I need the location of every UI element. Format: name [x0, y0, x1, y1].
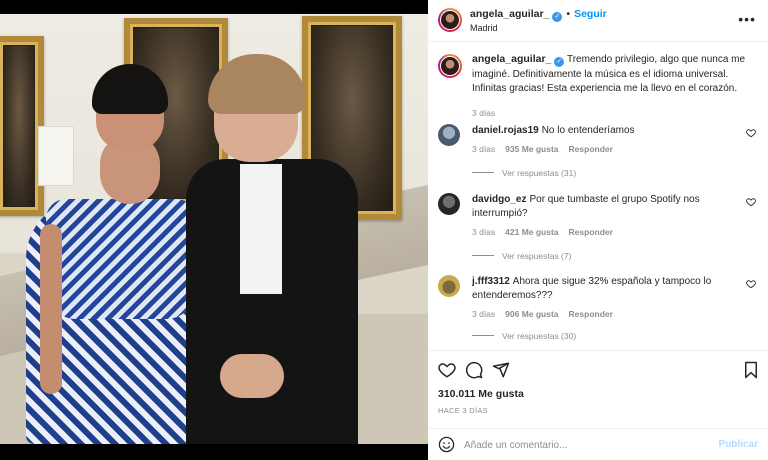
comments-list[interactable]: angela_aguilar_ ✓ Tremendo privilegio, al…	[428, 42, 768, 348]
bookmark-icon[interactable]	[742, 361, 760, 379]
heart-icon[interactable]	[746, 197, 756, 207]
comment-text: j.fff3312 Ahora que sigue 32% española y …	[472, 275, 732, 303]
post-actions-bar	[428, 350, 768, 386]
add-comment-bar: Publicar	[428, 428, 768, 460]
view-replies-button[interactable]: Ver respuestas (30)	[472, 331, 576, 341]
arm	[40, 224, 62, 394]
comment-likes[interactable]: 421 Me gusta	[505, 227, 558, 237]
emoji-icon[interactable]	[438, 436, 455, 453]
reply-button[interactable]: Responder	[569, 227, 613, 237]
post-photo-area	[0, 0, 428, 460]
separator: •	[566, 8, 571, 20]
comment-username[interactable]: daniel.rojas19	[472, 125, 539, 136]
comment-username[interactable]: davidgo_ez	[472, 194, 526, 205]
heart-icon[interactable]	[438, 361, 456, 379]
comment-time: 3 días	[472, 309, 496, 319]
comment-input[interactable]	[464, 435, 704, 455]
heart-icon[interactable]	[746, 279, 756, 289]
avatar[interactable]	[438, 275, 460, 297]
comment-meta: 3 días 935 Me gusta Responder	[472, 144, 623, 154]
share-icon[interactable]	[492, 361, 510, 379]
avatar[interactable]	[438, 124, 460, 146]
comment-meta: 3 días 421 Me gusta Responder	[472, 227, 623, 237]
caption-username[interactable]: angela_aguilar_	[472, 53, 551, 65]
comment-time: 3 días	[472, 144, 496, 154]
post-side-panel: angela_aguilar_ ✓ • Seguir Madrid ••• angel…	[428, 0, 768, 460]
post-photo[interactable]	[0, 14, 428, 444]
publish-button[interactable]: Publicar	[719, 439, 758, 450]
avatar[interactable]	[438, 8, 462, 32]
post-header: angela_aguilar_ ✓ • Seguir Madrid •••	[428, 0, 768, 42]
museum-placard	[38, 126, 74, 186]
verified-icon: ✓	[554, 57, 565, 67]
comment-likes[interactable]: 906 Me gusta	[505, 309, 558, 319]
comment-text: davidgo_ez Por que tumbaste el grupo Spot…	[472, 193, 732, 221]
avatar[interactable]	[438, 54, 462, 78]
white-shirt	[240, 164, 282, 294]
comment-likes[interactable]: 935 Me gusta	[505, 144, 558, 154]
view-replies-button[interactable]: Ver respuestas (31)	[472, 168, 576, 178]
caption-time: 3 días	[472, 108, 496, 118]
comment-meta: 3 días 906 Me gusta Responder	[472, 309, 623, 319]
location-link[interactable]: Madrid	[470, 23, 498, 33]
reply-button[interactable]: Responder	[569, 309, 613, 319]
hands	[220, 354, 284, 398]
dress-bodice	[46, 199, 196, 319]
comment-time: 3 días	[472, 227, 496, 237]
header-user-line: angela_aguilar_ ✓ • Seguir	[470, 8, 607, 22]
view-replies-button[interactable]: Ver respuestas (7)	[472, 251, 571, 261]
likes-count[interactable]: 310.011 Me gusta	[438, 388, 524, 400]
comment-icon[interactable]	[465, 361, 483, 379]
comment-body: No lo entenderíamos	[541, 125, 635, 136]
username-link[interactable]: angela_aguilar_	[470, 8, 549, 20]
avatar[interactable]	[438, 193, 460, 215]
comment-text: daniel.rojas19 No lo entenderíamos	[472, 124, 732, 138]
reply-button[interactable]: Responder	[569, 144, 613, 154]
posted-time: HACE 3 DÍAS	[438, 406, 488, 415]
more-icon[interactable]: •••	[738, 11, 756, 27]
follow-button[interactable]: Seguir	[574, 8, 607, 20]
comment-username[interactable]: j.fff3312	[472, 276, 510, 287]
verified-icon: ✓	[552, 12, 563, 22]
heart-icon[interactable]	[746, 128, 756, 138]
caption-text: angela_aguilar_ ✓ Tremendo privilegio, al…	[472, 52, 762, 97]
